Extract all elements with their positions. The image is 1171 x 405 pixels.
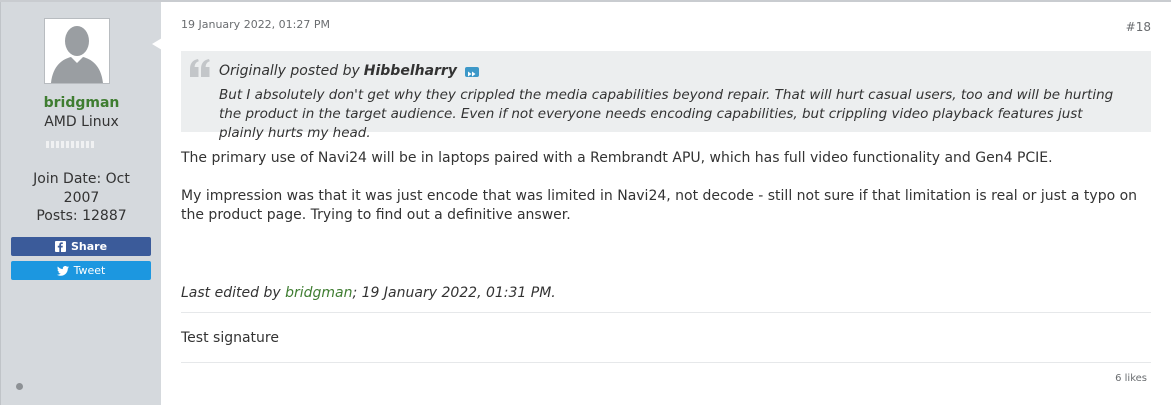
rank-pip (66, 141, 69, 148)
view-post-icon[interactable] (464, 67, 479, 77)
user-title: AMD Linux (44, 114, 119, 130)
edit-note: Last edited by bridgman; 19 January 2022… (181, 285, 556, 301)
rank-pip (76, 141, 79, 148)
default-avatar-icon (45, 19, 109, 83)
rank-pip (46, 141, 49, 148)
rank-pip (61, 141, 64, 148)
tweet-button[interactable]: Tweet (11, 261, 151, 280)
rank-pip (81, 141, 84, 148)
share-button[interactable]: Share (11, 237, 151, 256)
double-arrow-icon (467, 71, 476, 77)
post-date: 19 January 2022, 01:27 PM (181, 18, 330, 31)
edit-prefix: Last edited by (181, 285, 281, 301)
editor-link[interactable]: bridgman (285, 285, 352, 301)
username[interactable]: bridgman (1, 95, 162, 111)
rank-pip (71, 141, 74, 148)
rank-pip (51, 141, 54, 148)
divider (181, 362, 1151, 363)
likes-count[interactable]: 6 likes (1115, 373, 1147, 384)
rank-pip (56, 141, 59, 148)
tweet-label: Tweet (73, 264, 106, 277)
avatar[interactable] (44, 18, 110, 84)
sidebar-pointer (152, 38, 162, 50)
post-paragraph: My impression was that it was just encod… (181, 188, 1138, 223)
user-sidebar: bridgman AMD Linux Join Date: Oct 2007 P… (0, 2, 162, 405)
share-label: Share (70, 240, 108, 253)
rank-pip (86, 141, 89, 148)
facebook-icon (54, 241, 66, 252)
post-paragraph: The primary use of Navi24 will be in lap… (181, 150, 1053, 166)
rank-bar (46, 141, 94, 148)
join-date: Join Date: Oct 2007 (33, 171, 130, 206)
quote-prefix: Originally posted by (219, 63, 360, 79)
edit-suffix: ; 19 January 2022, 01:31 PM. (352, 285, 556, 301)
divider (181, 312, 1151, 313)
quote-block: Originally posted by Hibbelharry But I a… (181, 51, 1151, 141)
quote-text: But I absolutely don't get why they crip… (219, 87, 1114, 141)
quote-icon (190, 59, 210, 77)
twitter-icon (56, 265, 69, 276)
post-count: Posts: 12887 (36, 208, 127, 224)
forum-post: bridgman AMD Linux Join Date: Oct 2007 P… (0, 0, 1171, 405)
post-number-link[interactable]: #18 (1126, 20, 1151, 34)
signature: Test signature (181, 330, 279, 346)
quote-header: Originally posted by Hibbelharry (219, 63, 479, 79)
online-status-icon (16, 383, 23, 390)
quote-author: Hibbelharry (363, 63, 457, 79)
rank-pip (91, 141, 94, 148)
